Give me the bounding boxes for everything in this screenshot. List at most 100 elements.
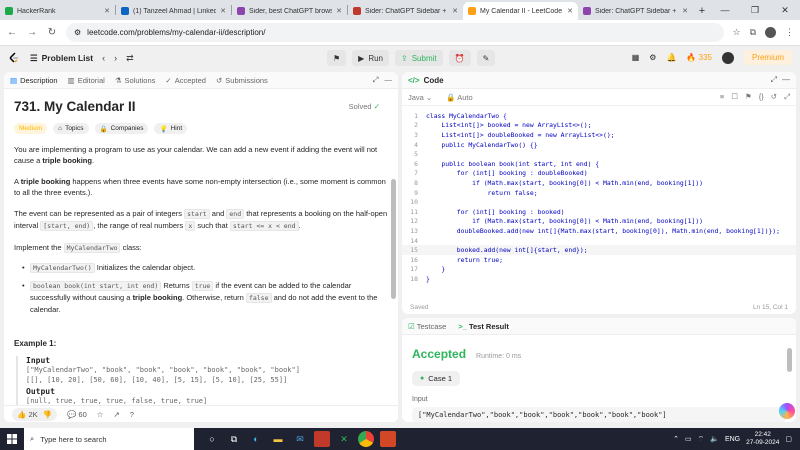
close-icon[interactable]: ✕: [220, 7, 226, 15]
run-button[interactable]: ▶ Run: [352, 50, 390, 66]
url-input[interactable]: ⚙ leetcode.com/problems/my-calendar-ii/d…: [66, 23, 725, 42]
scrollbar[interactable]: [391, 179, 396, 299]
network-icon[interactable]: ▭: [685, 435, 692, 443]
code-line[interactable]: 13 doubleBooked.add(new int[]{Math.max(s…: [402, 226, 796, 236]
share-icon[interactable]: ↗: [113, 410, 119, 419]
browser-tab[interactable]: Sider, best ChatGPT brows ✕: [232, 2, 347, 20]
close-window-icon[interactable]: ✕: [770, 0, 800, 20]
clock[interactable]: 22:42 27-09-2024: [746, 431, 779, 447]
code-line[interactable]: 15 booked.add(new int[]{start, end});: [402, 245, 796, 255]
code-editor[interactable]: 1 class MyCalendarTwo {2 List<int[]> book…: [402, 106, 796, 296]
close-icon[interactable]: ✕: [682, 7, 688, 15]
shuffle-icon[interactable]: ⇄: [126, 53, 134, 64]
tab-submissions[interactable]: ↺ Submissions: [216, 76, 268, 85]
bookmark-icon[interactable]: ⚑: [745, 92, 752, 102]
language-select[interactable]: Java ⌄: [408, 93, 432, 102]
problem-list-button[interactable]: ☰ Problem List: [30, 53, 93, 64]
close-icon[interactable]: ✕: [452, 7, 458, 15]
tab-accepted[interactable]: ✓ Accepted: [165, 76, 206, 85]
close-icon[interactable]: ✕: [567, 7, 573, 15]
braces-icon[interactable]: {}: [759, 92, 764, 102]
code-line[interactable]: 17 }: [402, 265, 796, 275]
hint-badge[interactable]: 💡 Hint: [154, 123, 188, 134]
browser-tab[interactable]: HackerRank ✕: [0, 2, 115, 20]
help-icon[interactable]: ?: [130, 410, 134, 419]
code-line[interactable]: 4 public MyCalendarTwo() {}: [402, 140, 796, 150]
case-tab[interactable]: ● Case 1: [412, 371, 460, 386]
mail-icon[interactable]: ✉: [292, 431, 308, 447]
code-line[interactable]: 5: [402, 149, 796, 159]
favorite-star-icon[interactable]: ☆: [97, 410, 104, 419]
browser-tab[interactable]: Sider: ChatGPT Sidebar + G ✕: [348, 2, 463, 20]
streak-counter[interactable]: 🔥 335: [686, 53, 712, 62]
minimize-icon[interactable]: —: [710, 0, 740, 20]
app-icon[interactable]: [314, 431, 330, 447]
tab-description[interactable]: ▤ Description: [10, 76, 58, 85]
prev-problem-icon[interactable]: ‹: [102, 53, 105, 63]
settings-icon[interactable]: ⚙: [649, 53, 656, 62]
xbox-icon[interactable]: ✕: [336, 431, 352, 447]
maximize-icon[interactable]: ❐: [740, 0, 770, 20]
dislike-icon[interactable]: 👎: [43, 410, 52, 419]
windows-start-icon[interactable]: [0, 428, 24, 450]
note-icon[interactable]: ☐: [731, 92, 738, 102]
new-tab-button[interactable]: +: [693, 2, 711, 20]
scrollbar[interactable]: [787, 348, 792, 372]
debug-button[interactable]: ⚑: [327, 50, 347, 66]
code-line[interactable]: 14: [402, 236, 796, 246]
leetcode-logo-icon[interactable]: [8, 52, 20, 64]
tab-test-result[interactable]: >_ Test Result: [458, 322, 509, 331]
browser-tab-active[interactable]: My Calendar II - LeetCode ✕: [463, 2, 578, 20]
powerpoint-icon[interactable]: [380, 431, 396, 447]
tab-testcase[interactable]: ☑ Testcase: [408, 322, 446, 331]
format-icon[interactable]: ≡: [720, 92, 724, 102]
browser-tab[interactable]: Sider: ChatGPT Sidebar + (✕: [578, 2, 693, 20]
layout-icon[interactable]: ▦: [632, 53, 640, 62]
notes-button[interactable]: ✎: [476, 50, 496, 66]
premium-button[interactable]: Premium: [743, 50, 792, 65]
reset-icon[interactable]: ↺: [771, 92, 777, 102]
close-icon[interactable]: ✕: [336, 7, 342, 15]
code-line[interactable]: 8 if (Math.max(start, booking[0]) < Math…: [402, 178, 796, 188]
extensions-icon[interactable]: ⧉: [750, 27, 756, 38]
code-line[interactable]: 18}: [402, 274, 796, 284]
code-line[interactable]: 12 if (Math.max(start, booking[0]) < Mat…: [402, 217, 796, 227]
tab-editorial[interactable]: ▥ Editorial: [68, 76, 105, 85]
expand-icon[interactable]: ⤢: [373, 75, 379, 85]
auto-mode[interactable]: 🔒 Auto: [446, 93, 472, 102]
file-explorer-icon[interactable]: ▬: [270, 431, 286, 447]
collapse-icon[interactable]: —: [782, 75, 790, 85]
reload-icon[interactable]: ↻: [46, 27, 58, 38]
companies-badge[interactable]: 🔒 Companies: [94, 123, 149, 134]
expand-icon[interactable]: ⤢: [771, 75, 777, 85]
star-icon[interactable]: ☆: [732, 27, 740, 38]
notification-icon[interactable]: 🔔: [666, 53, 676, 62]
menu-icon[interactable]: ⋮: [785, 27, 794, 38]
forward-icon[interactable]: →: [26, 27, 38, 38]
difficulty-badge[interactable]: Medium: [14, 123, 48, 134]
code-line[interactable]: 11 for (int[] booking : booked): [402, 207, 796, 217]
notifications-icon[interactable]: ▢: [785, 435, 792, 443]
chevron-up-icon[interactable]: ⌃: [673, 435, 679, 443]
topics-badge[interactable]: ⌂ Topics: [53, 123, 89, 134]
task-view-icon[interactable]: ⧉: [226, 431, 242, 447]
language-indicator[interactable]: ENG: [725, 436, 740, 443]
timer-button[interactable]: ⏰: [448, 50, 471, 66]
close-icon[interactable]: ✕: [104, 7, 110, 15]
code-line[interactable]: 9 return false;: [402, 188, 796, 198]
tab-solutions[interactable]: ⚗ Solutions: [115, 76, 156, 85]
code-line[interactable]: 1 class MyCalendarTwo {: [402, 111, 796, 121]
site-info-icon[interactable]: ⚙: [74, 28, 81, 37]
code-line[interactable]: 7 for (int[] booking : doubleBooked): [402, 169, 796, 179]
code-line[interactable]: 10: [402, 197, 796, 207]
submit-button[interactable]: ⇪ Submit: [395, 50, 443, 66]
code-line[interactable]: 2 List<int[]> booked = new ArrayList<>()…: [402, 121, 796, 131]
back-icon[interactable]: ←: [6, 27, 18, 38]
comments-button[interactable]: 💬 60: [67, 410, 87, 419]
code-line[interactable]: 3 List<int[]> doubleBooked = new ArrayLi…: [402, 130, 796, 140]
user-avatar[interactable]: [721, 51, 734, 64]
browser-tab[interactable]: (1) Tanzeel Ahmad | Linked ✕: [116, 2, 231, 20]
code-line[interactable]: 16 return true;: [402, 255, 796, 265]
fullscreen-icon[interactable]: ⤢: [784, 92, 790, 102]
sider-floating-icon[interactable]: [779, 403, 795, 419]
